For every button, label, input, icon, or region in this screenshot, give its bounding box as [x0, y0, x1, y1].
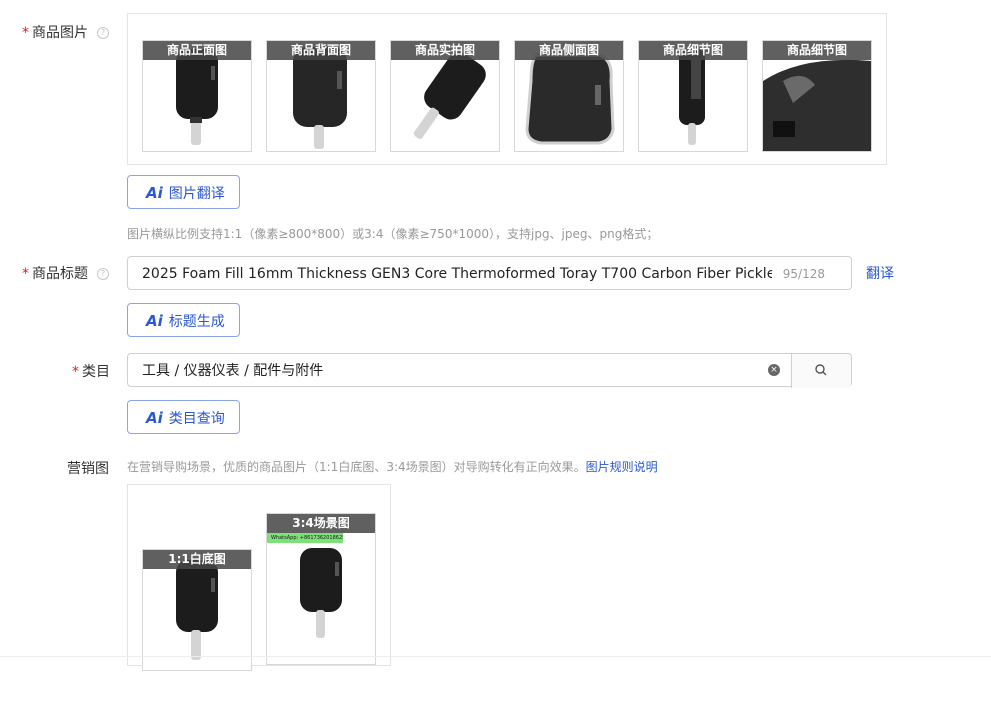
marketing-caption: 1:1白底图: [143, 550, 251, 569]
help-icon[interactable]: ?: [97, 268, 109, 280]
category-label: * 类目: [72, 364, 110, 380]
ai-icon: Ai: [146, 409, 163, 427]
thumbnail-caption: 商品实拍图: [391, 41, 499, 60]
title-generate-button[interactable]: Ai 标题生成: [127, 303, 240, 337]
product-title-label: * 商品标题?: [22, 263, 109, 283]
whatsapp-strip: WhatsApp: +8617362018625: [267, 533, 343, 543]
marketing-hint: 在营销导购场景，优质的商品图片（1:1白底图、3:4场景图）对导购转化有正向效果…: [127, 460, 658, 474]
thumbnail-caption: 商品侧面图: [515, 41, 623, 60]
product-image-gallery: 商品正面图 商品背面图 商品实拍图 商品侧面图 商品细节图 商品细节图: [127, 13, 887, 165]
product-title-input[interactable]: 2025 Foam Fill 16mm Thickness GEN3 Core …: [127, 256, 852, 290]
product-thumbnail-real[interactable]: 商品实拍图: [390, 40, 500, 152]
ai-icon: Ai: [146, 312, 163, 330]
ai-icon: Ai: [146, 184, 163, 202]
required-mark: *: [22, 266, 29, 282]
category-query-button[interactable]: Ai 类目查询: [127, 400, 240, 434]
help-icon[interactable]: ?: [97, 27, 109, 39]
category-value: 工具 / 仪器仪表 / 配件与附件: [142, 363, 324, 379]
title-char-counter: 95/128: [782, 267, 825, 281]
product-thumbnail-detail-2[interactable]: 商品细节图: [762, 40, 872, 152]
search-icon: [815, 364, 827, 376]
thumbnail-caption: 商品正面图: [143, 41, 251, 60]
divider: [0, 656, 991, 657]
thumbnail-caption: 商品细节图: [639, 41, 747, 60]
image-translate-button[interactable]: Ai 图片翻译: [127, 175, 240, 209]
product-thumbnail-front[interactable]: 商品正面图: [142, 40, 252, 152]
product-thumbnail-back[interactable]: 商品背面图: [266, 40, 376, 152]
clear-icon[interactable]: ×: [768, 364, 780, 376]
image-format-hint: 图片横纵比例支持1:1（像素≥800*800）或3:4（像素≥750*1000）…: [127, 227, 659, 241]
translate-link[interactable]: 翻译: [866, 263, 894, 283]
image-rules-link[interactable]: 图片规则说明: [586, 460, 658, 474]
category-search-button[interactable]: [791, 354, 851, 388]
marketing-image-gallery: 1:1白底图 3:4场景图 WhatsApp: +8617362018625: [127, 484, 391, 671]
product-thumbnail-side[interactable]: 商品侧面图: [514, 40, 624, 152]
required-mark: *: [72, 364, 79, 380]
marketing-image-white-bg[interactable]: 1:1白底图: [142, 549, 252, 671]
marketing-caption: 3:4场景图: [267, 514, 375, 533]
category-select[interactable]: 工具 / 仪器仪表 / 配件与附件 ×: [127, 353, 852, 388]
product-title-value: 2025 Foam Fill 16mm Thickness GEN3 Core …: [142, 266, 772, 282]
product-images-label: * 商品图片?: [22, 22, 109, 42]
marketing-images-label: 营销图: [67, 461, 109, 477]
marketing-image-scene[interactable]: 3:4场景图 WhatsApp: +8617362018625: [266, 513, 376, 665]
required-mark: *: [22, 25, 29, 41]
thumbnail-caption: 商品背面图: [267, 41, 375, 60]
product-thumbnail-detail[interactable]: 商品细节图: [638, 40, 748, 152]
thumbnail-caption: 商品细节图: [763, 41, 871, 60]
